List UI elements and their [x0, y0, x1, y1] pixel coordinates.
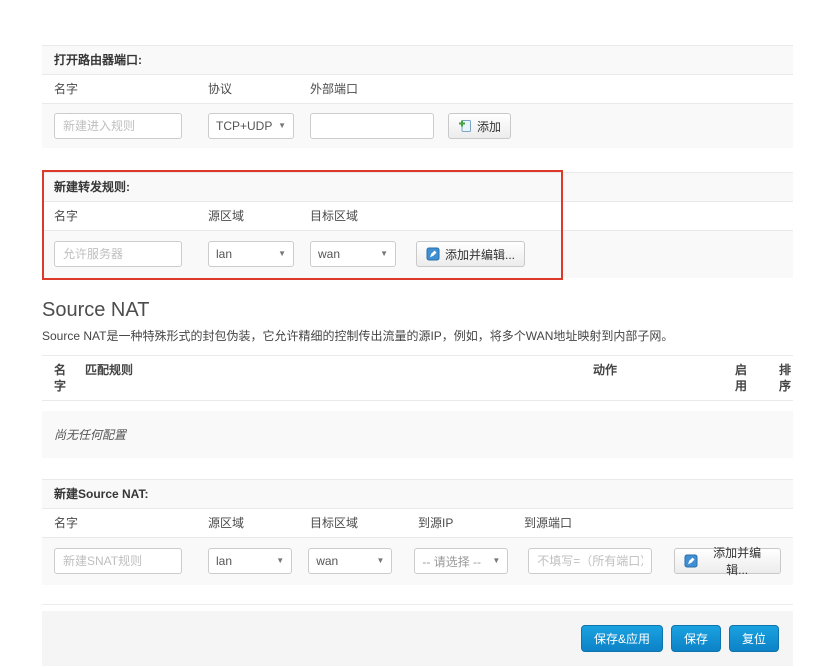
add-button[interactable]: 添加 — [448, 113, 511, 139]
snat-add-and-edit-button-label: 添加并编辑... — [703, 544, 771, 578]
snat-add-and-edit-button[interactable]: 添加并编辑... — [674, 548, 781, 574]
open-ports-title: 打开路由器端口: — [42, 45, 793, 75]
new-snat-title: 新建Source NAT: — [42, 479, 793, 509]
dest-zone-value: wan — [318, 247, 340, 261]
forward-name-input[interactable] — [54, 241, 182, 267]
snat-source-zone-select[interactable]: lan ▼ — [208, 548, 292, 574]
new-snat-form-row: lan ▼ wan ▼ -- 请选择 -- ▼ 添加并编辑... — [42, 538, 793, 585]
save-button[interactable]: 保存 — [671, 625, 721, 652]
column-label-source-zone: 源区域 — [208, 516, 310, 530]
footer-action-bar: 保存&应用 保存 复位 — [42, 611, 793, 666]
source-nat-heading: Source NAT — [42, 298, 793, 322]
snat-to-source-ip-select[interactable]: -- 请选择 -- ▼ — [414, 548, 508, 574]
edit-icon — [426, 247, 440, 261]
snat-empty-state: 尚无任何配置 — [42, 411, 793, 458]
snat-header-enable: 启用 — [735, 362, 749, 394]
dest-zone-select[interactable]: wan ▼ — [310, 241, 396, 267]
snat-to-source-ip-value: -- 请选择 -- — [422, 553, 481, 570]
add-button-label: 添加 — [477, 118, 501, 135]
new-forward-column-labels: 名字 源区域 目标区域 — [42, 202, 793, 231]
snat-table-header: 名字 匹配规则 动作 启用 排序 — [42, 355, 793, 401]
rule-name-input[interactable] — [54, 113, 182, 139]
source-zone-value: lan — [216, 247, 232, 261]
new-snat-column-labels: 名字 源区域 目标区域 到源IP 到源端口 — [42, 509, 793, 538]
column-label-to-source-port: 到源端口 — [524, 516, 670, 530]
source-zone-select[interactable]: lan ▼ — [208, 241, 294, 267]
chevron-down-icon: ▼ — [276, 557, 284, 565]
open-ports-section: 打开路由器端口: 名字 协议 外部端口 TCP+UDP ▼ 添加 — [42, 45, 793, 148]
column-label-external-port: 外部端口 — [310, 82, 418, 96]
column-label-name: 名字 — [54, 82, 208, 96]
column-label-to-source-ip: 到源IP — [418, 516, 524, 530]
new-forward-form-row: lan ▼ wan ▼ 添加并编辑... — [42, 231, 793, 278]
chevron-down-icon: ▼ — [492, 557, 500, 565]
snat-source-zone-value: lan — [216, 554, 232, 568]
chevron-down-icon: ▼ — [278, 250, 286, 258]
column-label-dest-zone: 目标区域 — [310, 209, 418, 223]
snat-dest-zone-select[interactable]: wan ▼ — [308, 548, 392, 574]
snat-name-input[interactable] — [54, 548, 182, 574]
footer-divider — [42, 604, 793, 605]
protocol-select[interactable]: TCP+UDP ▼ — [208, 113, 294, 139]
edit-icon — [684, 554, 698, 568]
column-label-dest-zone: 目标区域 — [310, 516, 418, 530]
column-label-protocol: 协议 — [208, 82, 310, 96]
open-ports-column-labels: 名字 协议 外部端口 — [42, 75, 793, 104]
column-label-name: 名字 — [54, 209, 208, 223]
new-snat-section: 新建Source NAT: 名字 源区域 目标区域 到源IP 到源端口 lan … — [42, 479, 793, 585]
firewall-page: 打开路由器端口: 名字 协议 外部端口 TCP+UDP ▼ 添加 新建转发规则: — [42, 0, 793, 666]
protocol-select-value: TCP+UDP — [216, 119, 272, 133]
snat-header-match: 匹配规则 — [85, 362, 593, 394]
new-forward-title: 新建转发规则: — [42, 172, 793, 202]
chevron-down-icon: ▼ — [376, 557, 384, 565]
snat-header-sort: 排序 — [779, 362, 793, 394]
column-label-source-zone: 源区域 — [208, 209, 310, 223]
open-ports-form-row: TCP+UDP ▼ 添加 — [42, 104, 793, 148]
reset-button[interactable]: 复位 — [729, 625, 779, 652]
column-label-name: 名字 — [54, 516, 208, 530]
new-forward-section: 新建转发规则: 名字 源区域 目标区域 lan ▼ wan ▼ 添加并编辑... — [42, 172, 793, 278]
chevron-down-icon: ▼ — [380, 250, 388, 258]
snat-to-source-port-input[interactable] — [528, 548, 652, 574]
snat-header-action: 动作 — [593, 362, 735, 394]
external-port-input[interactable] — [310, 113, 434, 139]
snat-dest-zone-value: wan — [316, 554, 338, 568]
source-nat-description: Source NAT是一种特殊形式的封包伪装，它允许精细的控制传出流量的源IP，… — [42, 329, 793, 344]
add-and-edit-button-label: 添加并编辑... — [445, 246, 515, 263]
add-icon — [458, 119, 472, 133]
chevron-down-icon: ▼ — [278, 122, 286, 130]
save-apply-button[interactable]: 保存&应用 — [581, 625, 663, 652]
add-and-edit-button[interactable]: 添加并编辑... — [416, 241, 525, 267]
snat-header-name: 名字 — [54, 362, 68, 394]
